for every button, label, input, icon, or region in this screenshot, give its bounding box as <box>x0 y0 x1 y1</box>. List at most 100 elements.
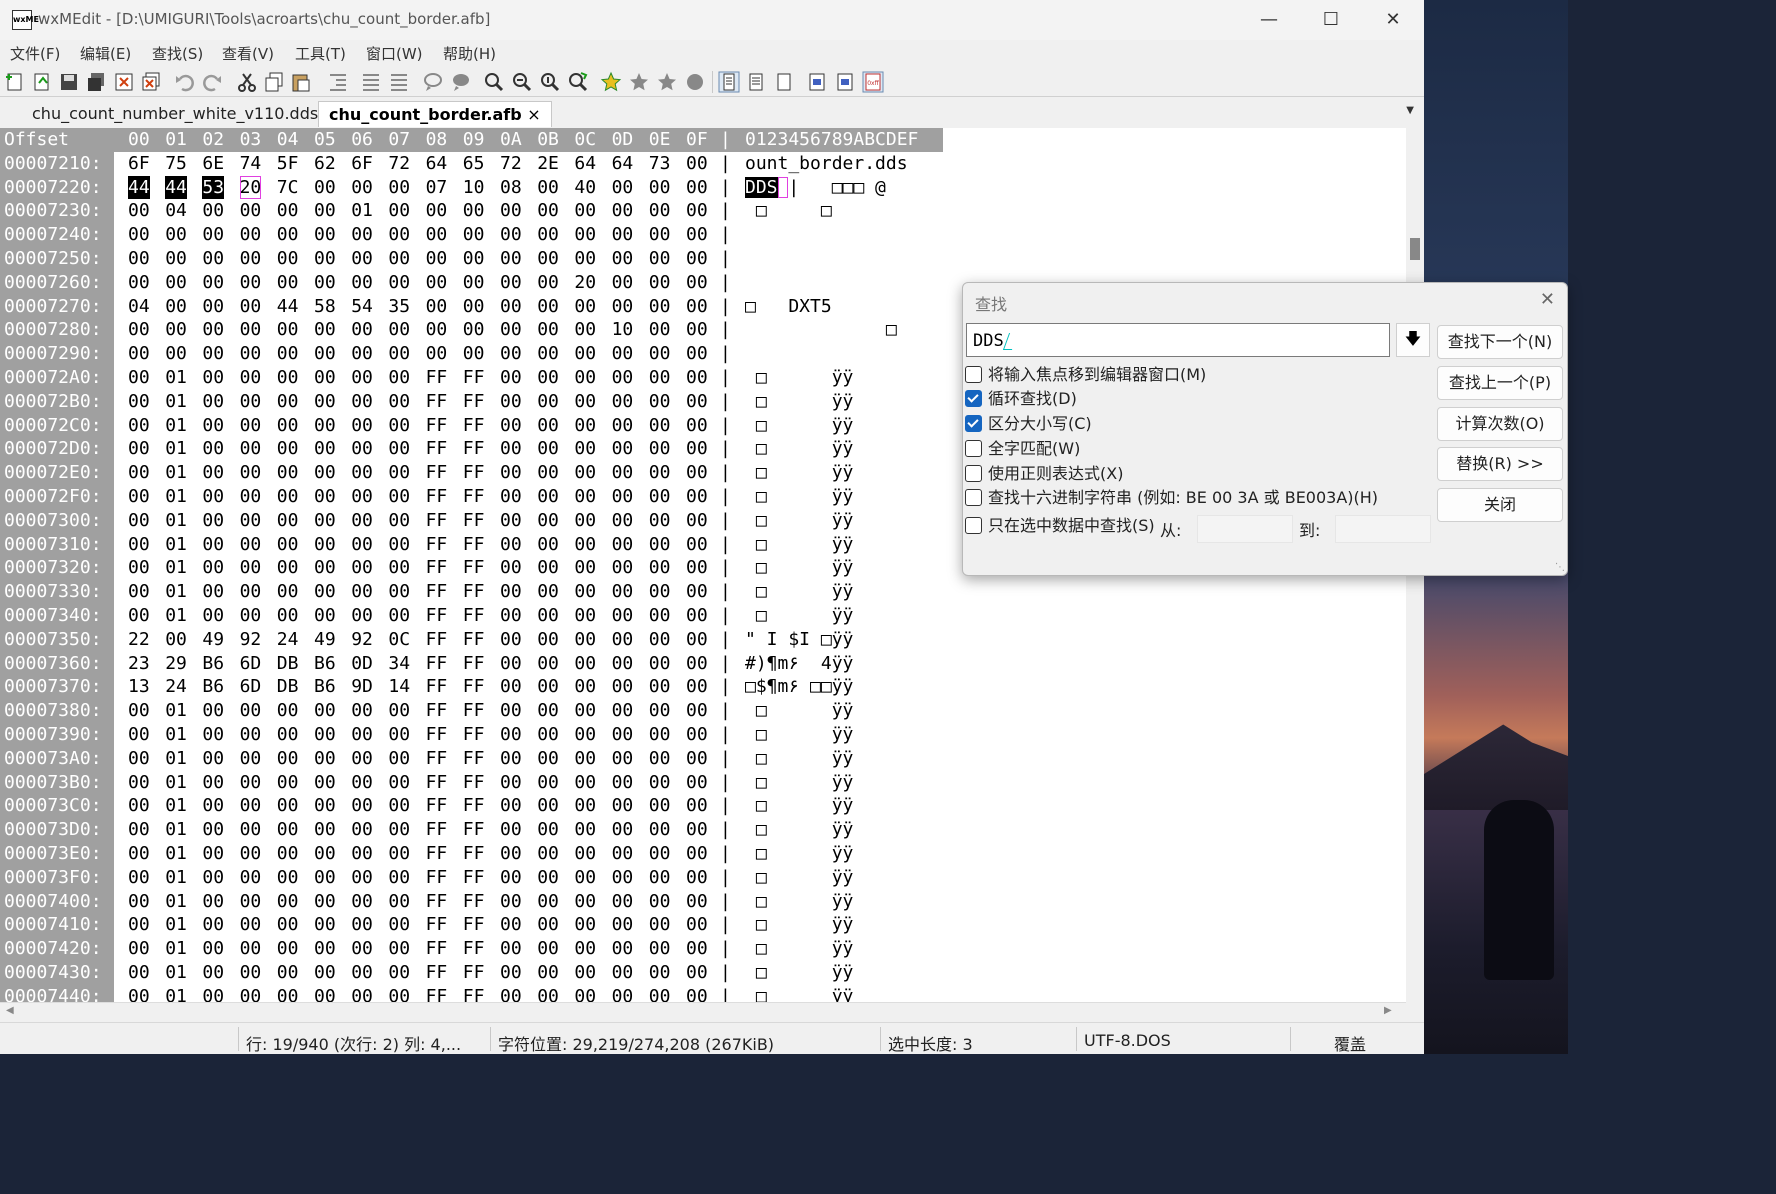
menu-tools[interactable]: 工具(T) <box>295 43 346 64</box>
hex-byte[interactable]: 00 <box>500 890 522 914</box>
hex-byte[interactable]: 00 <box>612 390 634 414</box>
hex-byte[interactable]: 01 <box>165 771 187 795</box>
hex-byte[interactable]: 10 <box>612 318 634 342</box>
hex-row[interactable]: 00007340: 00 01 00 00 00 00 00 00 FF FF 00 00 00 00 00 0… <box>0 604 943 628</box>
hex-byte[interactable]: 00 <box>500 533 522 557</box>
ascii-cell[interactable]: □ ÿÿ <box>745 461 854 485</box>
hex-byte[interactable]: 00 <box>128 556 150 580</box>
bookmark-next-icon[interactable] <box>628 71 650 93</box>
paste-icon[interactable] <box>290 71 312 93</box>
hex-byte[interactable]: 00 <box>612 533 634 557</box>
hex-byte[interactable]: 00 <box>351 818 373 842</box>
find-icon[interactable] <box>483 71 505 93</box>
hex-byte[interactable]: 00 <box>351 913 373 937</box>
ascii-cell[interactable]: □ ÿÿ <box>745 771 854 795</box>
hex-byte[interactable]: 00 <box>537 437 559 461</box>
hex-byte[interactable]: 00 <box>277 818 299 842</box>
hex-byte[interactable]: 01 <box>165 366 187 390</box>
hex-byte[interactable]: 23 <box>128 652 150 676</box>
hex-row[interactable]: 00007220: 44 44 53 20 7C 00 00 00 07 10 08 00 40 00 00 0… <box>0 175 943 200</box>
hex-row[interactable]: 00007430: 00 01 00 00 00 00 00 00 FF FF 00 00 00 00 00 0… <box>0 961 943 985</box>
find-input[interactable]: DDS <box>966 323 1390 357</box>
hex-byte[interactable]: 00 <box>686 366 708 390</box>
ascii-cell[interactable]: □ ÿÿ <box>745 842 854 866</box>
hex-byte[interactable]: 00 <box>240 556 262 580</box>
hex-byte[interactable]: 00 <box>574 342 596 366</box>
hex-byte[interactable]: 00 <box>351 247 373 271</box>
find-next-icon[interactable] <box>511 71 533 93</box>
hex-byte[interactable]: 00 <box>537 556 559 580</box>
hex-byte[interactable]: 00 <box>351 985 373 1002</box>
hex-byte[interactable]: 00 <box>537 247 559 271</box>
ascii-cell[interactable]: □ ÿÿ <box>745 437 854 461</box>
hex-byte[interactable]: 00 <box>128 699 150 723</box>
hex-byte[interactable]: 00 <box>500 913 522 937</box>
checkbox-in-selection[interactable] <box>965 517 982 534</box>
hex-byte[interactable]: 00 <box>202 342 224 366</box>
hex-byte[interactable]: 00 <box>128 580 150 604</box>
hex-byte[interactable]: 00 <box>351 533 373 557</box>
option-in-selection[interactable]: 只在选中数据中查找(S) <box>965 516 1155 536</box>
hex-row[interactable]: 00007310: 00 01 00 00 00 00 00 00 FF FF 00 00 00 00 00 0… <box>0 533 943 557</box>
hex-byte[interactable]: 00 <box>574 699 596 723</box>
hex-byte[interactable]: FF <box>426 818 448 842</box>
hex-byte[interactable]: 00 <box>277 247 299 271</box>
hex-byte[interactable]: 00 <box>277 771 299 795</box>
hex-byte[interactable]: 5F <box>277 152 299 176</box>
hex-byte[interactable]: 00 <box>574 747 596 771</box>
ascii-cell[interactable]: ount_border.dds <box>745 152 908 176</box>
hex-byte[interactable]: 00 <box>240 390 262 414</box>
ascii-cell[interactable]: #)¶m۶ 4ÿÿ <box>745 652 853 676</box>
hex-byte[interactable]: 00 <box>649 366 671 390</box>
hex-byte[interactable]: 00 <box>314 890 336 914</box>
hex-byte[interactable]: FF <box>463 509 485 533</box>
hex-byte[interactable]: 00 <box>649 723 671 747</box>
close-file-icon[interactable] <box>113 71 135 93</box>
hex-byte[interactable]: 00 <box>240 771 262 795</box>
hex-byte[interactable]: 00 <box>351 223 373 247</box>
hex-byte[interactable]: 00 <box>574 913 596 937</box>
hex-byte[interactable]: 00 <box>612 985 634 1002</box>
hex-byte[interactable]: 00 <box>537 199 559 223</box>
hex-row[interactable]: 000072D0: 00 01 00 00 00 00 00 00 FF FF 00 00 00 00 00 0… <box>0 437 943 461</box>
hex-byte[interactable]: 00 <box>574 437 596 461</box>
title-bar[interactable]: wxME wxMEdit - [D:\UMIGURI\Tools\acroart… <box>0 0 1424 40</box>
hex-byte[interactable]: 00 <box>314 271 336 295</box>
hex-byte[interactable]: 00 <box>537 866 559 890</box>
hex-byte[interactable]: 00 <box>612 437 634 461</box>
redo-icon[interactable] <box>201 71 223 93</box>
hex-byte[interactable]: 00 <box>351 318 373 342</box>
hex-byte[interactable]: 00 <box>202 437 224 461</box>
hex-byte[interactable]: FF <box>426 390 448 414</box>
hex-byte[interactable]: 00 <box>574 247 596 271</box>
hex-byte[interactable]: 00 <box>686 747 708 771</box>
hex-byte[interactable]: 00 <box>612 295 634 319</box>
hex-row[interactable]: 00007330: 00 01 00 00 00 00 00 00 FF FF 00 00 00 00 00 0… <box>0 580 943 604</box>
hex-byte[interactable]: 00 <box>649 818 671 842</box>
hex-byte[interactable]: 00 <box>388 580 410 604</box>
hex-byte[interactable]: 00 <box>537 176 559 200</box>
hex-byte[interactable]: 00 <box>686 199 708 223</box>
hex-byte[interactable]: 00 <box>612 890 634 914</box>
hex-byte[interactable]: 00 <box>240 913 262 937</box>
hex-byte[interactable]: FF <box>463 533 485 557</box>
hex-byte[interactable]: 00 <box>277 961 299 985</box>
hex-byte[interactable]: 00 <box>202 913 224 937</box>
hex-byte[interactable]: 00 <box>202 556 224 580</box>
hex-byte[interactable]: 00 <box>314 723 336 747</box>
checkbox-whole-word[interactable] <box>965 440 982 457</box>
hex-byte[interactable]: FF <box>426 556 448 580</box>
option-hex-string[interactable]: 查找十六进制字符串 (例如: BE 00 3A 或 BE003A)(H) <box>965 488 1378 508</box>
hex-byte[interactable]: 00 <box>649 485 671 509</box>
hex-byte[interactable]: DB <box>277 675 299 699</box>
hex-byte[interactable]: 00 <box>240 723 262 747</box>
hex-byte[interactable]: 00 <box>388 271 410 295</box>
hex-byte[interactable]: 00 <box>314 247 336 271</box>
hex-byte[interactable]: 6D <box>240 652 262 676</box>
hex-byte[interactable]: 00 <box>165 247 187 271</box>
hex-byte[interactable]: 00 <box>388 842 410 866</box>
hex-byte[interactable]: 00 <box>128 271 150 295</box>
hex-byte[interactable]: 00 <box>240 509 262 533</box>
hex-byte[interactable]: 00 <box>388 890 410 914</box>
hex-row[interactable]: 00007230: 00 04 00 00 00 00 01 00 00 00 00 00 00 00 00 0… <box>0 199 943 223</box>
